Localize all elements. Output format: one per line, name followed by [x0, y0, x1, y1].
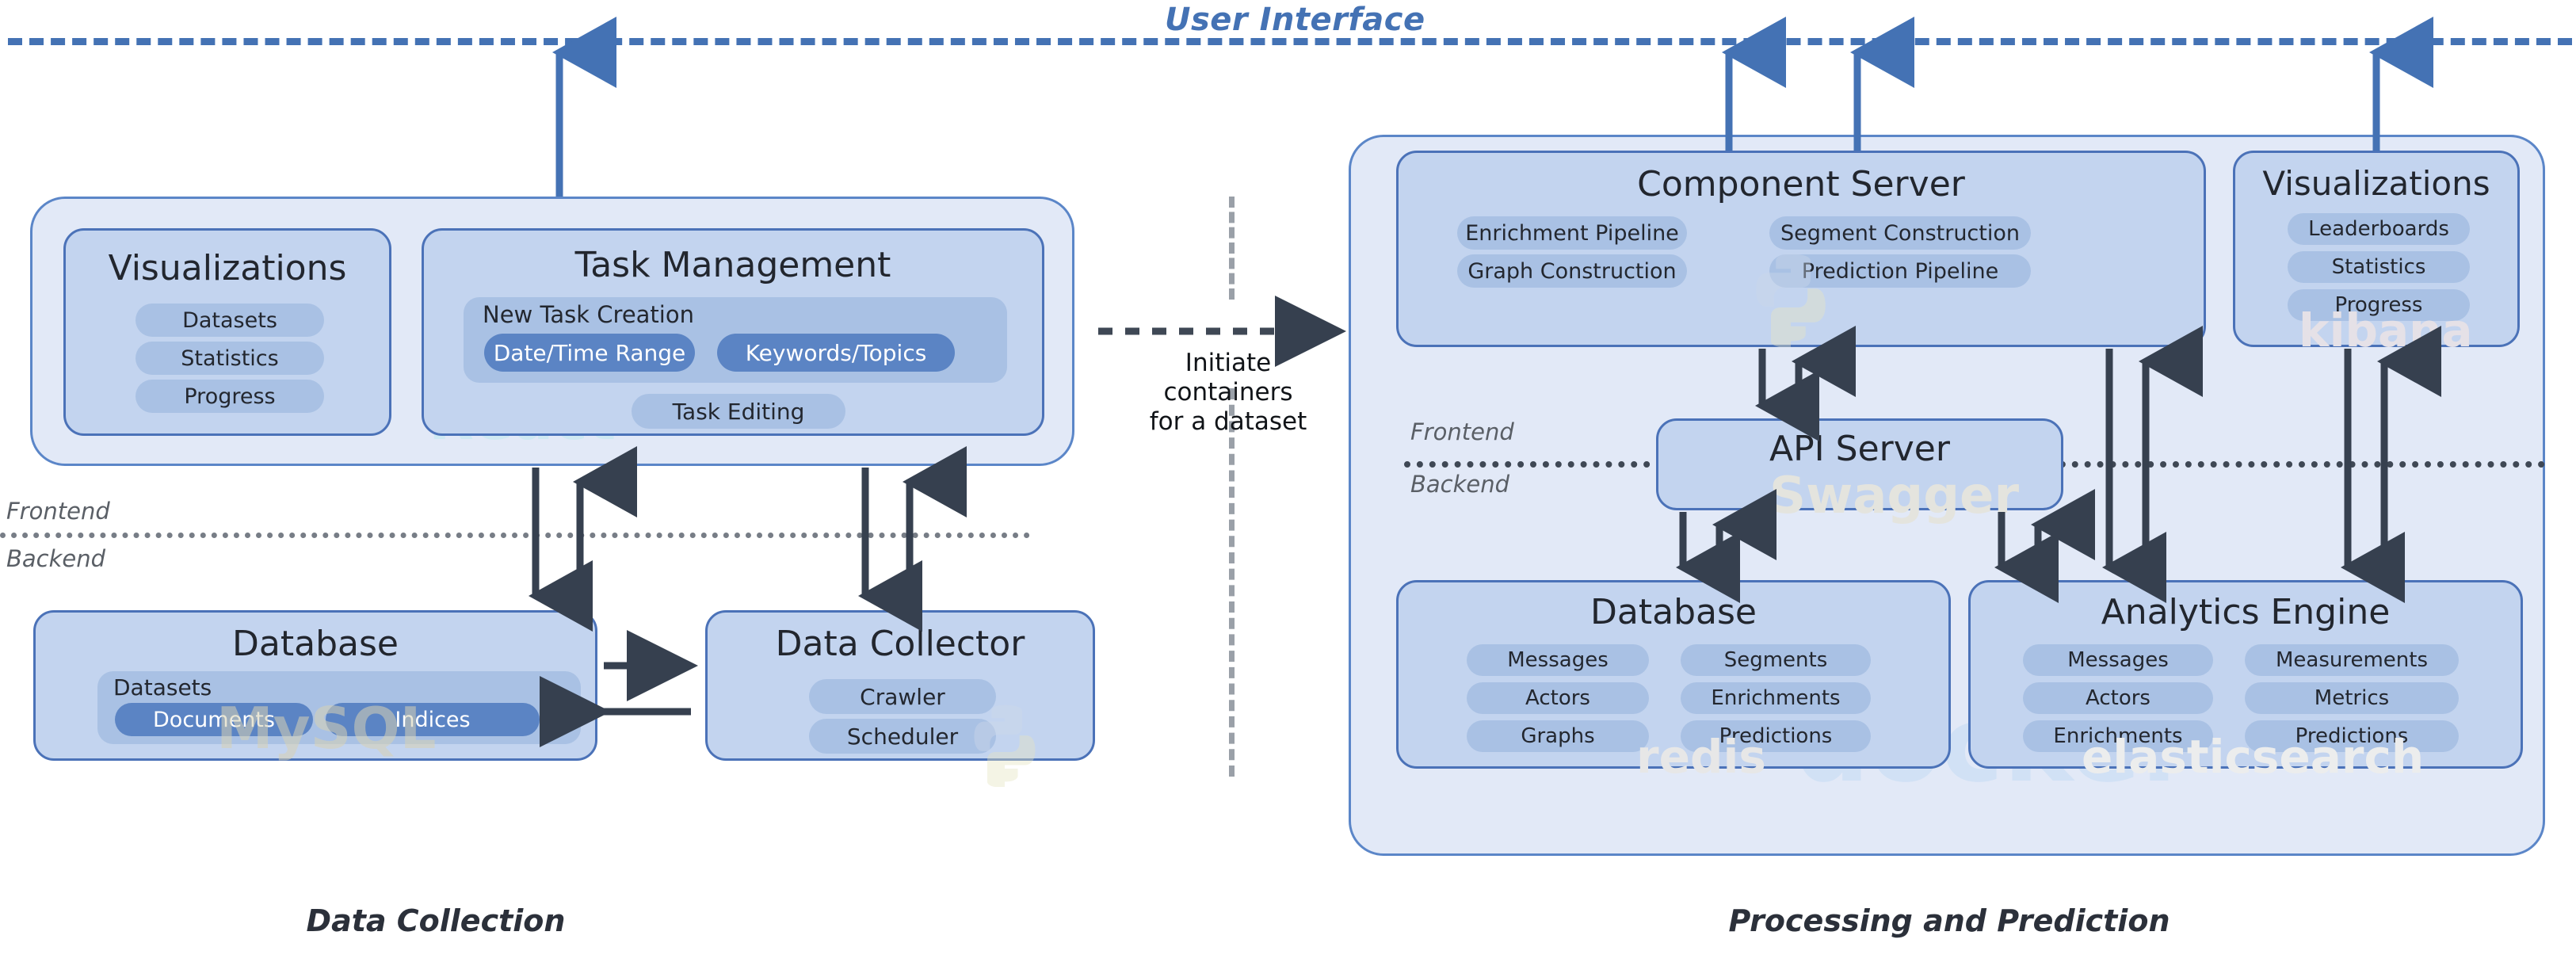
- initiate-containers-line3: for a dataset: [1149, 407, 1307, 437]
- analytics-engine-item-enrichments[interactable]: Enrichments: [2023, 720, 2213, 752]
- right-database-item-predictions[interactable]: Predictions: [1681, 720, 1871, 752]
- left-frontend-label: Frontend: [6, 498, 110, 525]
- right-database-card: Database Messages Actors Graphs Segments…: [1396, 580, 1951, 784]
- left-backend-label: Backend: [6, 545, 106, 572]
- right-frontend-label: Frontend: [1410, 418, 1514, 445]
- data-collection-caption: Data Collection: [306, 903, 566, 938]
- analytics-engine-card: Analytics Engine Messages Actors Enrichm…: [1968, 580, 2523, 784]
- right-visualizations-item-statistics[interactable]: Statistics: [2288, 251, 2470, 283]
- left-frontend-backend-divider: [0, 533, 1030, 538]
- arrow-visualizations-database: [529, 446, 637, 632]
- user-interface-divider: [8, 38, 2572, 45]
- left-database-datasets-label: Datasets: [113, 674, 212, 701]
- component-server-item-enrichment-pipeline[interactable]: Enrichment Pipeline: [1457, 216, 1687, 250]
- task-management-card: Task Management New Task Creation Date/T…: [422, 228, 1044, 436]
- right-visualizations-item-progress[interactable]: Progress: [2288, 289, 2470, 321]
- component-server-item-prediction-pipeline[interactable]: Prediction Pipeline: [1769, 254, 2031, 288]
- right-backend-label: Backend: [1410, 471, 1510, 498]
- left-visualizations-item-statistics[interactable]: Statistics: [135, 342, 324, 375]
- right-visualizations-item-leaderboards[interactable]: Leaderboards: [2288, 213, 2470, 245]
- middle-vertical-dash-top: [1229, 197, 1235, 300]
- right-visualizations-title: Visualizations: [2262, 164, 2490, 203]
- arrow-taskmgmt-datacollector: [858, 446, 967, 632]
- initiate-containers-label: Initiate containers for a dataset: [1117, 349, 1339, 437]
- left-database-item-documents[interactable]: Documents: [115, 703, 313, 736]
- left-database-title: Database: [232, 624, 399, 664]
- left-database-item-indices[interactable]: Indices: [326, 703, 540, 736]
- api-server-card: API Server Swagger: [1656, 418, 2063, 525]
- right-database-item-actors[interactable]: Actors: [1467, 682, 1649, 714]
- right-database-title: Database: [1590, 592, 1757, 632]
- right-database-item-segments[interactable]: Segments: [1681, 644, 1871, 676]
- data-collector-item-scheduler[interactable]: Scheduler: [809, 719, 996, 754]
- component-server-item-segment-construction[interactable]: Segment Construction: [1769, 216, 2031, 250]
- right-database-item-graphs[interactable]: Graphs: [1467, 720, 1649, 752]
- component-server-title: Component Server: [1637, 164, 1965, 204]
- left-visualizations-title: Visualizations: [108, 248, 347, 288]
- new-task-creation-label: New Task Creation: [483, 301, 694, 328]
- arrow-database-datacollector: [540, 630, 698, 747]
- right-database-item-enrichments[interactable]: Enrichments: [1681, 682, 1871, 714]
- left-visualizations-card: Visualizations Datasets Statistics Progr…: [63, 228, 391, 436]
- user-interface-title: User Interface: [1165, 2, 1425, 38]
- component-server-card: Component Server Enrichment Pipeline Gra…: [1396, 151, 2206, 347]
- new-task-creation-group: New Task Creation Date/Time Range Keywor…: [464, 297, 1007, 383]
- right-visualizations-card: Visualizations Leaderboards Statistics P…: [2233, 151, 2520, 357]
- diagram-canvas: User Interface React Visualizations Data…: [0, 0, 2576, 966]
- left-visualizations-item-datasets[interactable]: Datasets: [135, 304, 324, 337]
- analytics-engine-item-measurements[interactable]: Measurements: [2245, 644, 2459, 676]
- initiate-containers-line2: containers: [1163, 378, 1293, 407]
- api-server-title: API Server: [1769, 429, 1950, 469]
- initiate-containers-line1: Initiate: [1185, 349, 1272, 377]
- data-collector-title: Data Collector: [775, 624, 1025, 664]
- date-time-range-option[interactable]: Date/Time Range: [484, 334, 695, 372]
- left-database-datasets-group: Datasets Documents Indices: [97, 671, 581, 744]
- processing-prediction-caption: Processing and Prediction: [1728, 903, 2170, 938]
- left-visualizations-item-progress[interactable]: Progress: [135, 380, 324, 413]
- keywords-topics-option[interactable]: Keywords/Topics: [717, 334, 955, 372]
- left-database-card: Database Datasets Documents Indices MySQ…: [33, 610, 597, 762]
- data-collector-card: Data Collector Crawler Scheduler: [705, 610, 1095, 787]
- task-editing-item[interactable]: Task Editing: [632, 394, 845, 429]
- task-management-title: Task Management: [574, 245, 891, 285]
- analytics-engine-item-actors[interactable]: Actors: [2023, 682, 2213, 714]
- analytics-engine-item-metrics[interactable]: Metrics: [2245, 682, 2459, 714]
- analytics-engine-title: Analytics Engine: [2101, 592, 2391, 632]
- right-database-item-messages[interactable]: Messages: [1467, 644, 1649, 676]
- data-collector-item-crawler[interactable]: Crawler: [809, 679, 996, 714]
- component-server-item-graph-construction[interactable]: Graph Construction: [1457, 254, 1687, 288]
- analytics-engine-item-messages[interactable]: Messages: [2023, 644, 2213, 676]
- middle-vertical-dash-bottom: [1229, 388, 1235, 777]
- analytics-engine-item-predictions[interactable]: Predictions: [2245, 720, 2459, 752]
